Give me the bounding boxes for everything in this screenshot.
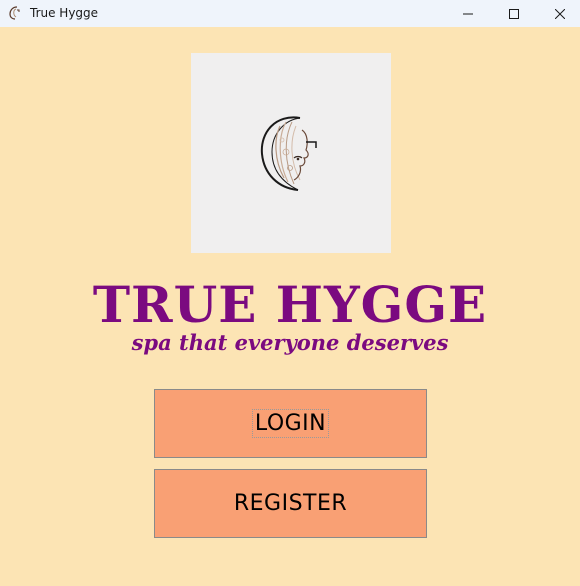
brand-title: TRUE HYGGE bbox=[92, 275, 488, 334]
title-bar: True Hygge bbox=[0, 0, 580, 27]
login-button[interactable]: LOGIN bbox=[154, 389, 427, 458]
maximize-button[interactable] bbox=[491, 0, 537, 27]
close-icon bbox=[555, 8, 565, 19]
brand-tagline: spa that everyone deserves bbox=[131, 330, 449, 355]
close-button[interactable] bbox=[537, 0, 580, 27]
register-button[interactable]: REGISTER bbox=[154, 469, 427, 538]
window-title: True Hygge bbox=[30, 6, 99, 20]
register-button-label: REGISTER bbox=[233, 491, 348, 516]
app-icon bbox=[8, 5, 22, 21]
spa-woman-face-logo bbox=[260, 116, 317, 191]
main-content: TRUE HYGGE spa that everyone deserves LO… bbox=[0, 27, 580, 586]
login-button-label: LOGIN bbox=[251, 409, 330, 438]
maximize-icon bbox=[509, 8, 519, 19]
minimize-icon bbox=[463, 13, 473, 14]
logo-panel bbox=[191, 53, 391, 253]
minimize-button[interactable] bbox=[445, 0, 491, 27]
